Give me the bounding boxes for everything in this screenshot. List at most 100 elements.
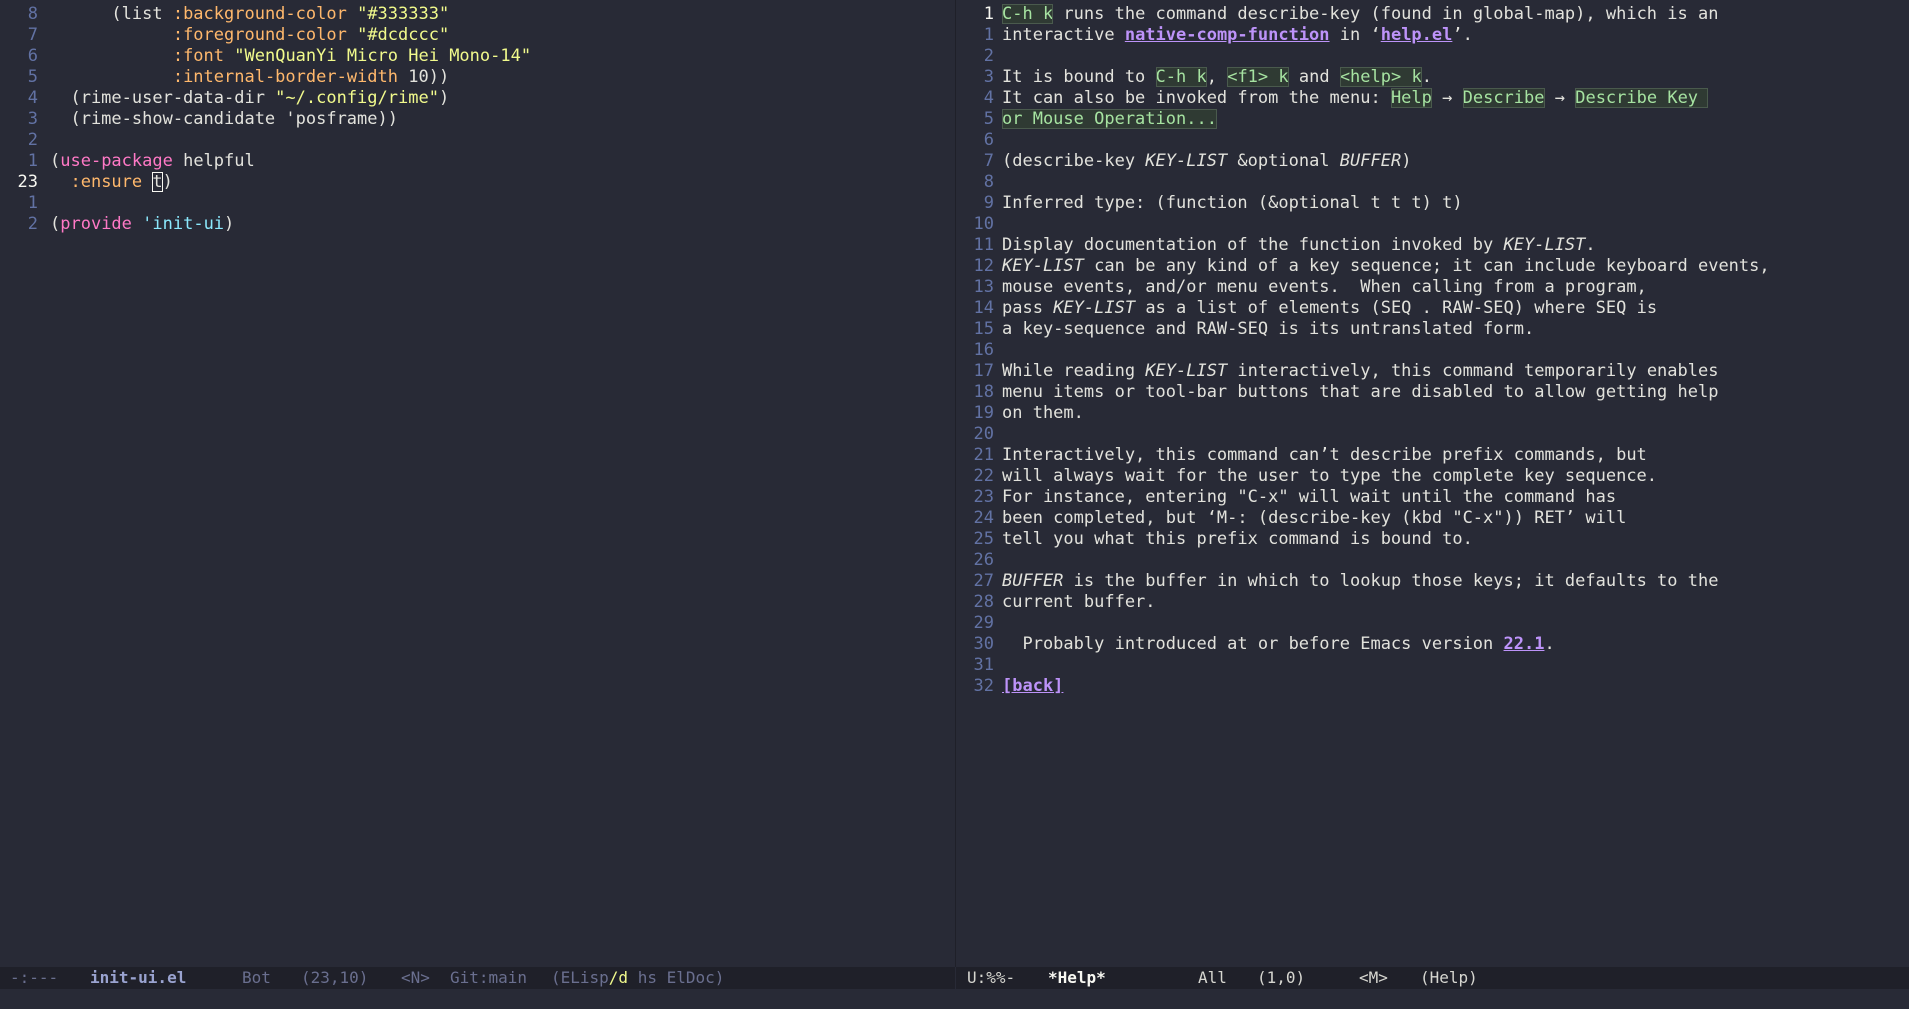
code-text: tell you what this prefix command is bou… [1002,529,1473,549]
code-text: (rime-user-data-dir [50,88,276,108]
buffer-line[interactable]: 30 Probably introduced at or before Emac… [956,634,1909,655]
buffer-line[interactable]: 7 :foreground-color "#dcdccc" [0,25,955,46]
modeline-buffer-name[interactable]: init-ui.el [90,967,186,989]
buffer-line[interactable]: 32 [back] [956,676,1909,697]
buffer-line[interactable]: 4 It can also be invoked from the menu: H… [956,88,1909,109]
modeline-major-mode[interactable]: (ELisp/d hs ElDoc) [551,967,724,989]
menu-path-item[interactable]: Describe [1462,88,1545,108]
buffer-line[interactable]: 23 For instance, entering "C-x" will wait… [956,487,1909,508]
modeline-right[interactable]: U:%%- *Help* All (1,0) <M> (Help) [956,967,1909,989]
buffer-line[interactable]: 1 interactive native-comp-function in ‘he… [956,25,1909,46]
key-binding: C-h k [1155,67,1207,87]
buffer-line[interactable]: 17 While reading KEY-LIST interactively, … [956,361,1909,382]
buffer-line[interactable]: 13 mouse events, and/or menu events. When… [956,277,1909,298]
modeline-major-mode[interactable]: (Help) [1420,967,1478,989]
menu-path-item[interactable]: Help [1390,88,1432,108]
code-text: ( [50,151,61,171]
code-text: 'init-ui [142,214,225,234]
buffer-line[interactable]: 5 or Mouse Operation... [956,109,1909,130]
buffer-line[interactable]: 7 (describe-key KEY-LIST &optional BUFFER… [956,151,1909,172]
line-number: 5 [983,109,994,129]
buffer-line[interactable]: 10 [956,214,1909,235]
buffer-line[interactable]: 1 C-h k runs the command describe-key (fo… [956,4,1909,25]
code-text: ( [50,214,61,234]
buffer-line[interactable]: 6 :font "WenQuanYi Micro Hei Mono-14" [0,46,955,67]
buffer-line[interactable]: 9 Inferred type: (function (&optional t t… [956,193,1909,214]
code-text: helpful [172,151,255,171]
buffer-line[interactable]: 2 [956,46,1909,67]
buffer-line[interactable]: 6 [956,130,1909,151]
buffer-line[interactable]: 15 a key-sequence and RAW-SEQ is its untr… [956,319,1909,340]
line-number: 20 [973,424,994,444]
code-text: (rime-show-candidate 'posframe)) [50,109,398,129]
code-text: :font [172,46,225,66]
help-buffer-lines[interactable]: 1 C-h k runs the command describe-key (fo… [956,4,1909,697]
line-number: 7 [983,151,994,171]
code-text: (list [50,4,173,24]
editor-buffer-lines[interactable]: 8 (list :background-color "#333333" 7 :fo… [0,4,955,235]
buffer-line[interactable]: 14 pass KEY-LIST as a list of elements (S… [956,298,1909,319]
buffer-line[interactable]: 24 been completed, but ‘M-: (describe-key… [956,508,1909,529]
code-text: KEY-LIST [1002,256,1084,276]
buffer-line[interactable]: 21 Interactively, this command can’t desc… [956,445,1909,466]
help-window[interactable]: 1 C-h k runs the command describe-key (fo… [956,0,1909,967]
menu-path-item[interactable]: Describe Key [1575,88,1709,108]
line-number: 13 [973,277,994,297]
buffer-line[interactable]: 8 [956,172,1909,193]
buffer-line[interactable]: 2 [0,130,955,151]
buffer-line[interactable]: 5 :internal-border-width 10)) [0,67,955,88]
buffer-line[interactable]: 1 [0,193,955,214]
line-number: 5 [27,67,38,87]
code-text: . [1544,634,1555,654]
buffer-line[interactable]: 19 on them. [956,403,1909,424]
modeline-mode-name: (ELisp [551,968,609,987]
buffer-line[interactable]: 25 tell you what this prefix command is b… [956,529,1909,550]
line-number: 23 [973,487,994,507]
code-text: → [1544,88,1576,108]
code-text: "#333333" [357,4,450,24]
code-text: use-package [60,151,173,171]
buffer-line[interactable]: 27 BUFFER is the buffer in which to looku… [956,571,1909,592]
minibuffer[interactable] [0,989,1909,1009]
code-text: and [1288,67,1340,87]
buffer-line[interactable]: 1 (use-package helpful [0,151,955,172]
buffer-line[interactable]: 22 will always wait for the user to type … [956,466,1909,487]
modeline-evil-state: <M> [1359,968,1388,987]
menu-path-item[interactable]: or Mouse Operation... [1002,109,1217,129]
code-text: For instance, entering "C-x" will wait u… [1002,487,1617,507]
modeline-vc-branch[interactable]: Git:main [450,967,527,989]
buffer-line[interactable]: 11 Display documentation of the function … [956,235,1909,256]
buffer-line[interactable]: 2 (provide 'init-ui) [0,214,955,235]
help-link[interactable]: help.el [1381,25,1453,45]
code-text: &optional [1227,151,1340,171]
buffer-line[interactable]: 18 menu items or tool-bar buttons that ar… [956,382,1909,403]
buffer-line[interactable]: 28 current buffer. [956,592,1909,613]
buffer-line[interactable]: 29 [956,613,1909,634]
editor-window-init-ui[interactable]: 8 (list :background-color "#333333" 7 :fo… [0,0,955,967]
line-number: 9 [983,193,994,213]
buffer-line[interactable]: 31 [956,655,1909,676]
line-number: 29 [973,613,994,633]
buffer-line[interactable]: 23 :ensure t) [0,172,955,193]
buffer-line[interactable]: 20 [956,424,1909,445]
buffer-line[interactable]: 16 [956,340,1909,361]
buffer-line[interactable]: 12 KEY-LIST can be any kind of a key sequ… [956,256,1909,277]
buffer-line[interactable]: 4 (rime-user-data-dir "~/.config/rime") [0,88,955,109]
line-number: 3 [27,109,38,129]
modeline-buffer-name[interactable]: *Help* [1048,967,1106,989]
help-link[interactable]: 22.1 [1504,634,1545,654]
line-number: 28 [973,592,994,612]
buffer-line[interactable]: 26 [956,550,1909,571]
buffer-line[interactable]: 8 (list :background-color "#333333" [0,4,955,25]
help-link[interactable]: [back] [1002,676,1063,696]
buffer-line[interactable]: 3 (rime-show-candidate 'posframe)) [0,109,955,130]
line-number: 19 [973,403,994,423]
emacs-frame: 8 (list :background-color "#333333" 7 :fo… [0,0,1909,1009]
help-link[interactable]: native-comp-function [1125,25,1330,45]
buffer-line[interactable]: 3 It is bound to C-h k, <f1> k and <help>… [956,67,1909,88]
modeline-left[interactable]: -:--- init-ui.el Bot (23,10) <N> Git:mai… [0,967,955,989]
